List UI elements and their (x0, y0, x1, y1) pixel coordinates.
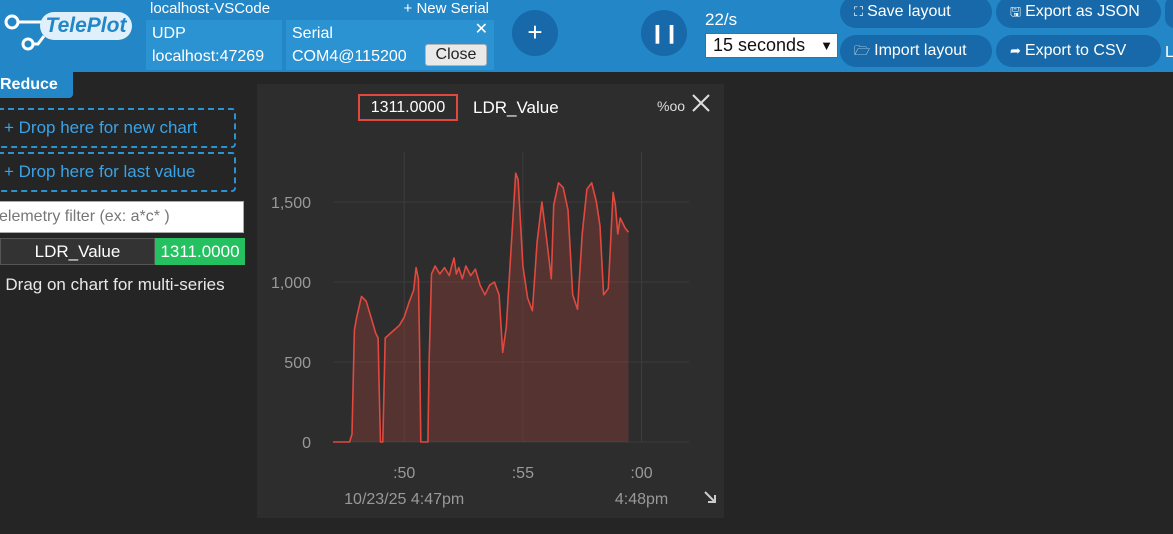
series-line (333, 172, 630, 443)
save-layout-button[interactable]: ⛶ Save layout (840, 0, 992, 28)
drop-zone-new-chart[interactable]: + Drop here for new chart (0, 108, 236, 148)
add-connection-button[interactable]: + (512, 10, 558, 56)
save-layout-label: Save layout (867, 3, 951, 20)
chart-series-label[interactable]: LDR_Value (473, 98, 559, 118)
clipped-toolbar-button[interactable] (1165, 0, 1173, 28)
timespan-value: 15 seconds (713, 35, 806, 55)
connection-panel: localhost-VSCode + New Serial UDP localh… (144, 0, 495, 70)
data-rate-label: 22/s (705, 10, 738, 29)
y-tick-label: 1,500 (271, 195, 311, 212)
y-tick-label: 1,000 (271, 275, 311, 292)
serial-type-label: Serial (292, 25, 333, 42)
per-mille-icon[interactable]: %oo (657, 98, 685, 114)
resize-handle-icon[interactable] (703, 490, 717, 504)
share-arrow-icon: ➦ (1010, 43, 1021, 58)
close-serial-button[interactable]: Close (425, 44, 487, 66)
folder-open-icon: 🗁 (854, 43, 871, 58)
connection-host-label: localhost-VSCode (150, 0, 271, 17)
top-bar: TelePlot localhost-VSCode + New Serial U… (0, 0, 1173, 72)
logo-text: TelePlot (40, 12, 132, 40)
x-date-label: 10/23/25 4:47pm (344, 491, 464, 508)
import-layout-button[interactable]: 🗁 Import layout (840, 35, 992, 67)
x-date-label: 4:48pm (615, 491, 668, 508)
chart-widget: 1311.0000 LDR_Value %oo 0 500 1,000 1,500 :5… (257, 84, 724, 518)
new-serial-button[interactable]: + New Serial (404, 0, 489, 17)
x-tick-label: :55 (512, 465, 534, 482)
telemetry-value: 1311.0000 (155, 238, 245, 265)
y-tick-label: 500 (284, 355, 311, 372)
clipped-toolbar-char: L (1165, 44, 1173, 61)
series-area (333, 173, 629, 442)
export-json-label: Export as JSON (1025, 3, 1140, 20)
y-tick-label: 0 (302, 435, 311, 452)
export-json-button[interactable]: 🖫 Export as JSON (996, 0, 1161, 28)
udp-input-card: UDP localhost:47269 (146, 20, 282, 70)
chart-current-value: 1311.0000 (358, 94, 458, 121)
serial-input-card: Serial COM4@115200 ✕ Close (286, 20, 494, 70)
timespan-select[interactable]: 15 seconds ▼ (705, 33, 838, 58)
teleplot-logo: TelePlot (2, 2, 138, 52)
export-csv-button[interactable]: ➦ Export to CSV (996, 35, 1161, 67)
pause-button[interactable]: ❙❙ (641, 10, 687, 56)
udp-address-label: localhost:47269 (152, 48, 265, 65)
close-chart-icon[interactable] (690, 92, 712, 114)
export-csv-label: Export to CSV (1024, 42, 1127, 59)
expand-icon: ⛶ (854, 4, 864, 19)
chevron-down-icon: ▼ (820, 38, 833, 53)
multi-series-hint: Drag on chart for multi-series (5, 275, 225, 294)
drop-zone-last-value[interactable]: + Drop here for last value (0, 152, 236, 192)
x-tick-label: :50 (393, 465, 415, 482)
line-chart: 0 500 1,000 1,500 :50 10/23/25 4:47pm :55 :00 4:… (271, 152, 689, 508)
telemetry-name[interactable]: LDR_Value (0, 238, 155, 265)
import-layout-label: Import layout (874, 42, 967, 59)
save-icon: 🖫 (1010, 4, 1022, 19)
reduce-sidebar-button[interactable]: Reduce (0, 72, 73, 98)
x-tick-label: :00 (630, 465, 652, 482)
remove-serial-icon[interactable]: ✕ (475, 18, 488, 41)
telemetry-filter-input[interactable]: elemetry filter (ex: a*c* ) (0, 201, 244, 233)
telemetry-row[interactable]: LDR_Value 1311.0000 (0, 238, 245, 265)
udp-type-label: UDP (152, 25, 186, 42)
